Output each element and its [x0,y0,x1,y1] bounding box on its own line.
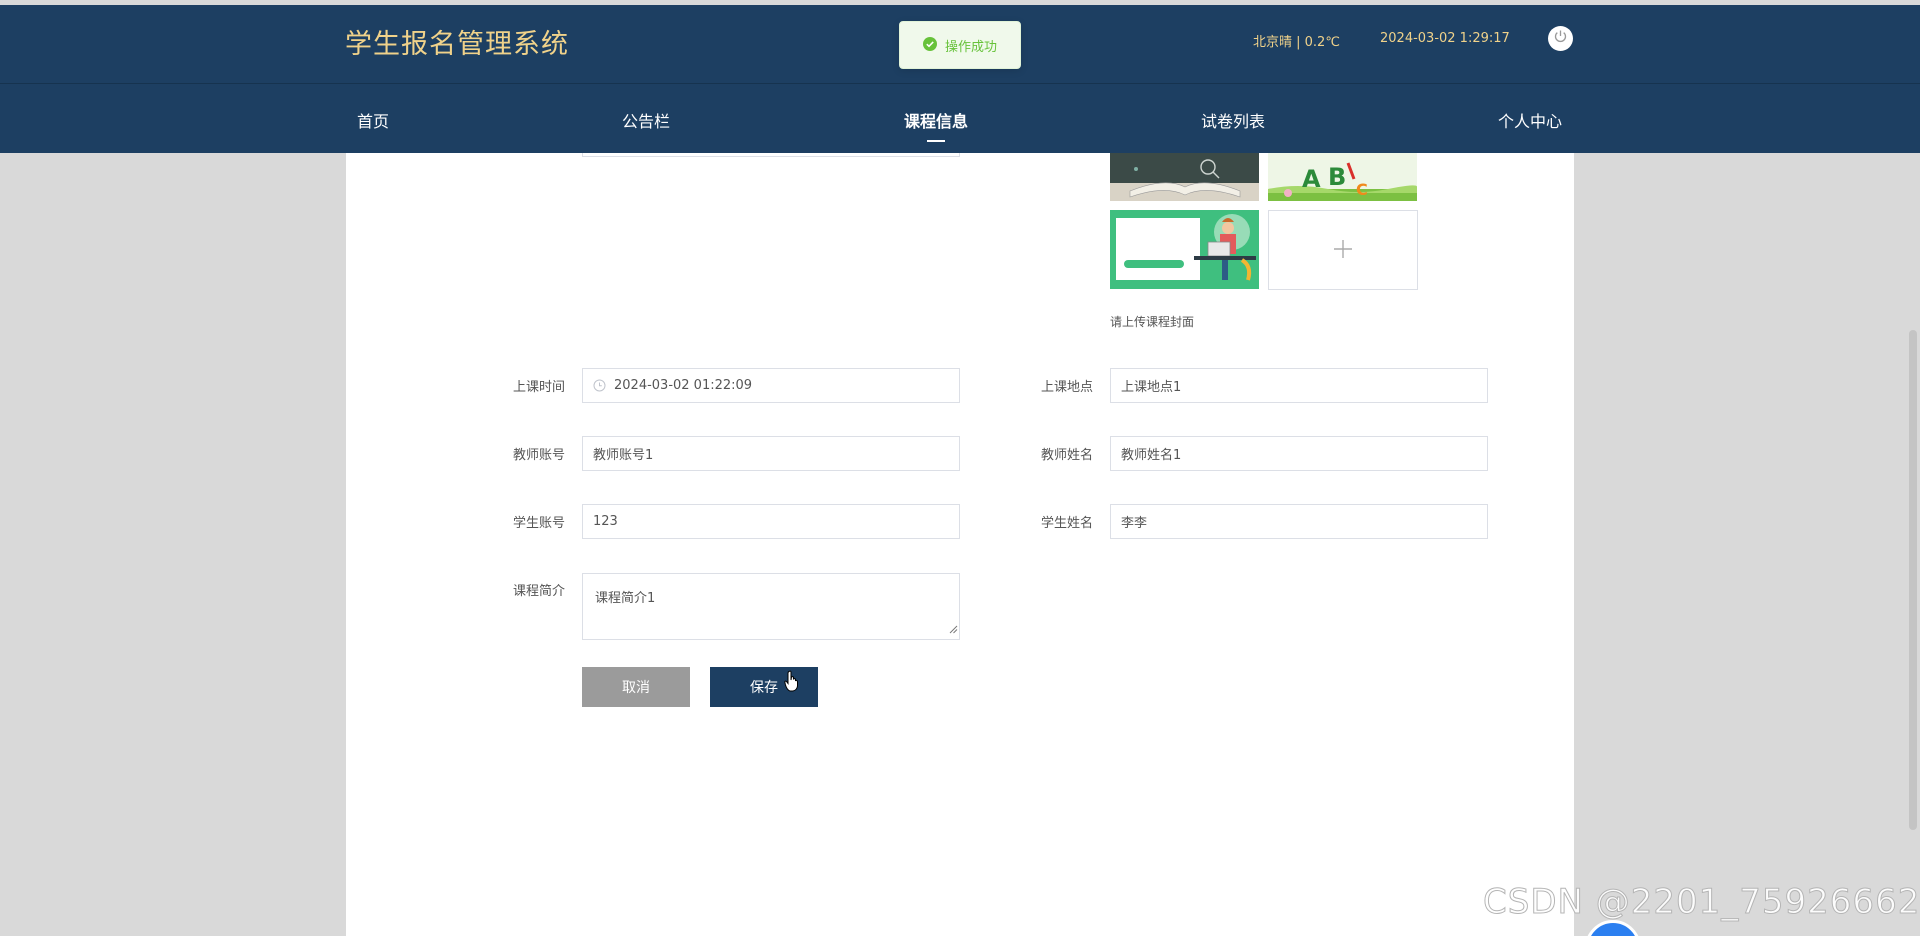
logout-button[interactable] [1548,26,1573,51]
teacher-name-input[interactable]: 教师姓名1 [1110,436,1488,471]
resize-handle-icon[interactable] [948,623,958,638]
student-account-input[interactable]: 123 [582,504,960,539]
student-account-value: 123 [593,514,618,529]
student-name-label: 学生姓名 [1041,516,1094,531]
course-intro-label: 课程简介 [513,584,566,599]
upload-cover-button[interactable] [1268,210,1418,290]
success-toast: 操作成功 [899,21,1021,69]
teacher-account-value: 教师账号1 [593,448,654,463]
cover-thumbnail-abc[interactable]: A B C [1268,153,1417,201]
course-time-label: 上课时间 [513,380,566,395]
cover-thumbnail-book[interactable] [1110,153,1259,201]
nav-exam-list[interactable]: 试卷列表 [1201,108,1265,132]
floating-action-button[interactable] [1585,920,1641,936]
course-intro-value: 课程简介1 [595,591,656,606]
course-location-input[interactable]: 上课地点1 [1110,368,1488,403]
app-title: 学生报名管理系统 [345,29,569,60]
course-location-value: 上课地点1 [1121,380,1182,395]
course-location-label: 上课地点 [1041,380,1094,395]
active-nav-indicator [927,140,945,142]
teacher-account-input[interactable]: 教师账号1 [582,436,960,471]
teacher-name-value: 教师姓名1 [1121,448,1182,463]
nav-personal-center[interactable]: 个人中心 [1498,108,1562,132]
cancel-button[interactable]: 取消 [582,667,690,707]
student-name-value: 李李 [1121,516,1148,531]
course-intro-textarea[interactable]: 课程简介1 [582,573,960,640]
teacher-name-label: 教师姓名 [1041,448,1094,463]
nav-home[interactable]: 首页 [357,108,389,132]
scrolled-input-edge [582,153,960,157]
current-datetime: 2024-03-02 1:29:17 [1380,31,1510,46]
cover-thumbnail-teacher[interactable] [1110,210,1259,289]
course-time-value: 2024-03-02 01:22:09 [614,378,753,393]
hand-cursor-icon [784,670,800,696]
student-account-label: 学生账号 [513,516,566,531]
check-circle-icon [922,36,937,55]
svg-text:C: C [1356,180,1368,199]
plus-icon [1332,233,1354,268]
student-name-input[interactable]: 李李 [1110,504,1488,539]
svg-text:A: A [1302,165,1321,193]
power-icon [1553,29,1568,48]
csdn-watermark: CSDN @2201_75926662 [1482,882,1920,923]
page-scrollbar[interactable] [1909,330,1917,830]
upload-tip: 请上传课程封面 [1110,315,1195,329]
save-button[interactable]: 保存 [710,667,818,707]
weather-info: 北京晴 | 0.2℃ [1253,35,1340,50]
clock-icon [593,379,606,392]
nav-notice-board[interactable]: 公告栏 [622,108,670,132]
svg-text:B: B [1328,163,1346,191]
course-time-picker[interactable]: 2024-03-02 01:22:09 [582,368,960,403]
nav-course-info[interactable]: 课程信息 [904,108,968,132]
toast-message: 操作成功 [944,39,997,55]
teacher-account-label: 教师账号 [513,448,566,463]
